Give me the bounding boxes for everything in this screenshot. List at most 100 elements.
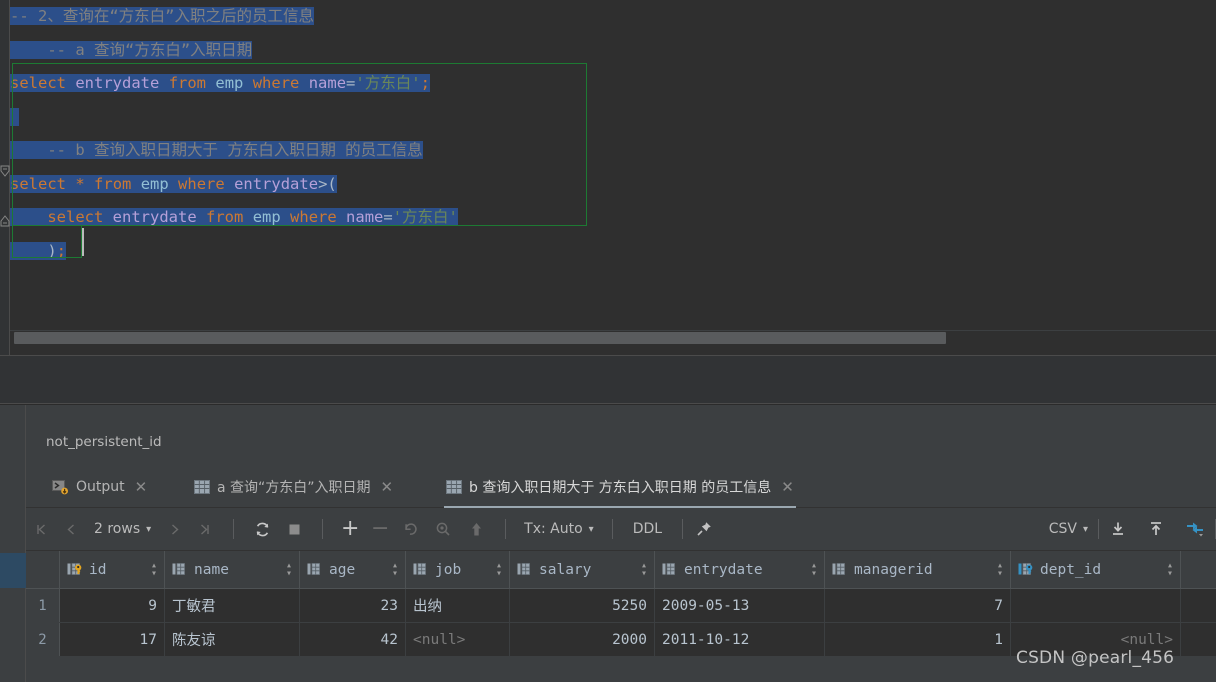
column-icon — [172, 563, 185, 575]
sort-arrows-icon[interactable]: ▴ ▾ — [997, 560, 1003, 578]
sort-arrows-icon[interactable]: ▴ ▾ — [151, 560, 157, 578]
code-line[interactable]: select entrydate from emp where name='方东… — [10, 67, 1216, 101]
column-icon — [832, 563, 845, 575]
grid-cell[interactable]: 2011-10-12 — [655, 623, 825, 656]
grid-column-header[interactable]: entrydate ▴ ▾ — [655, 551, 825, 588]
delete-row-button[interactable]: − — [365, 508, 395, 551]
code-line[interactable]: select entrydate from emp where name='方东… — [10, 201, 1216, 235]
code-line[interactable]: ); — [10, 235, 1216, 269]
grid-cell[interactable]: 5250 — [510, 589, 655, 622]
code-line[interactable]: select * from emp where entrydate>( — [10, 168, 1216, 202]
grid-cell[interactable]: 出纳 — [406, 589, 510, 622]
transpose-icon[interactable] — [1175, 508, 1215, 551]
code-line[interactable] — [10, 101, 1216, 135]
grid-cell[interactable]: 丁敏君 — [165, 589, 300, 622]
grid-column-header[interactable]: name ▴ ▾ — [165, 551, 300, 588]
code-token: from — [206, 208, 244, 226]
grid-cell[interactable]: 1 — [825, 623, 1011, 656]
grid-column-header[interactable]: managerid ▴ ▾ — [825, 551, 1011, 588]
code-token: where — [252, 74, 300, 92]
add-row-button[interactable]: + — [335, 508, 365, 551]
sort-arrows-icon[interactable]: ▴ ▾ — [496, 560, 502, 578]
close-icon[interactable]: ✕ — [135, 478, 148, 496]
code-line[interactable]: -- a 查询“方东白”入职日期 — [10, 34, 1216, 68]
last-page-button[interactable] — [189, 508, 219, 551]
column-icon — [413, 562, 430, 577]
results-tab[interactable]: b 查询入职日期大于 方东白入职日期 的员工信息 ✕ — [438, 466, 802, 508]
sort-arrows-icon[interactable]: ▴ ▾ — [811, 560, 817, 578]
table-row[interactable]: 1 9 丁敏君 23 出纳 5250 2009-05-13 7 — [26, 589, 1216, 623]
code-line[interactable]: -- 2、查询在“方东白”入职之后的员工信息 — [10, 0, 1216, 34]
close-icon[interactable]: ✕ — [781, 478, 794, 496]
column-icon — [662, 563, 675, 575]
add-row-label: + — [340, 516, 360, 541]
grid-column-name: managerid — [854, 561, 933, 578]
prev-page-button[interactable] — [56, 508, 86, 551]
code-token: name — [308, 74, 347, 92]
grid-cell[interactable]: 42 — [300, 623, 406, 656]
grid-header-row[interactable]: id ▴ ▾ name ▴ ▾ age ▴ ▾ job ▴ ▾ salary ▴ ▾ entrydate ▴ ▾ m… — [26, 551, 1216, 589]
sort-arrows-icon[interactable]: ▴ ▾ — [641, 560, 647, 578]
editor-hscrollbar-thumb[interactable] — [14, 332, 946, 344]
code-text-area[interactable]: -- 2、查询在“方东白”入职之后的员工信息 -- a 查询“方东白”入职日期 s… — [10, 0, 1216, 330]
grid-cell[interactable]: 2000 — [510, 623, 655, 656]
sort-arrows-icon[interactable]: ▴ ▾ — [286, 560, 292, 578]
grid-column-name: id — [89, 561, 107, 578]
find-icon[interactable] — [427, 508, 459, 551]
download-icon[interactable] — [1099, 508, 1137, 551]
results-left-rail — [0, 405, 26, 682]
transaction-mode-selector[interactable]: Tx: Auto ▾ — [506, 521, 612, 537]
upload-icon[interactable] — [1137, 508, 1175, 551]
next-page-button[interactable] — [159, 508, 189, 551]
row-count-selector[interactable]: 2 rows ▾ — [86, 521, 159, 537]
export-format-label: CSV — [1048, 521, 1077, 537]
results-tab[interactable]: Output ✕ — [44, 466, 155, 508]
revert-icon[interactable] — [395, 508, 427, 551]
ddl-button[interactable]: DDL — [613, 521, 682, 537]
grid-cell[interactable]: 23 — [300, 589, 406, 622]
grid-column-header[interactable]: job ▴ ▾ — [406, 551, 510, 588]
code-token: -- a 查询“方东白”入职日期 — [10, 40, 253, 59]
results-tab[interactable]: a 查询“方东白”入职日期 ✕ — [186, 466, 401, 508]
close-icon[interactable]: ✕ — [381, 478, 394, 496]
code-token: name — [346, 208, 384, 226]
grid-body[interactable]: 1 9 丁敏君 23 出纳 5250 2009-05-13 7 2 17 陈友谅 42 <null> 20… — [26, 589, 1216, 657]
first-page-button[interactable] — [26, 508, 56, 551]
export-format-selector[interactable]: CSV ▾ — [1039, 521, 1098, 537]
grid-cell[interactable] — [1011, 589, 1181, 622]
code-line-content: select entrydate from emp where name='方东… — [10, 208, 458, 226]
grid-cell[interactable]: <null> — [406, 623, 510, 656]
sort-arrows-icon[interactable]: ▴ ▾ — [1167, 560, 1173, 578]
grid-column-header[interactable]: id ▴ ▾ — [60, 551, 165, 588]
results-toolbar[interactable]: 2 rows ▾ + − Tx: Auto ▾ DDL CSV ▾ — [26, 508, 1216, 551]
code-token: = — [383, 208, 393, 226]
grid-column-name: name — [194, 561, 229, 578]
column-icon — [517, 563, 530, 575]
stop-icon[interactable] — [278, 508, 310, 551]
code-line[interactable]: -- b 查询入职日期大于 方东白入职日期 的员工信息 — [10, 134, 1216, 168]
fk-column-icon — [1018, 563, 1033, 575]
grid-column-header[interactable]: dept_id ▴ ▾ — [1011, 551, 1181, 588]
grid-cell[interactable]: 2009-05-13 — [655, 589, 825, 622]
sql-editor-pane[interactable]: -- 2、查询在“方东白”入职之后的员工信息 -- a 查询“方东白”入职日期 s… — [0, 0, 1216, 355]
grid-cell[interactable]: 7 — [825, 589, 1011, 622]
grid-cell[interactable]: 陈友谅 — [165, 623, 300, 656]
output-icon — [52, 479, 69, 495]
results-tab-bar[interactable]: Output ✕ a 查询“方东白”入职日期 ✕ b 查询入职日期大于 方东白入职日期 … — [26, 466, 1216, 508]
code-line-content: -- b 查询入职日期大于 方东白入职日期 的员工信息 — [10, 141, 423, 159]
grid-column-header[interactable]: salary ▴ ▾ — [510, 551, 655, 588]
grid-cell[interactable]: 17 — [60, 623, 165, 656]
pin-icon[interactable] — [683, 508, 725, 551]
grid-cell[interactable]: 9 — [60, 589, 165, 622]
refresh-icon[interactable] — [246, 508, 278, 551]
editor-gutter[interactable] — [0, 0, 10, 355]
grid-column-header[interactable]: age ▴ ▾ — [300, 551, 406, 588]
sort-arrows-icon[interactable]: ▴ ▾ — [392, 560, 398, 578]
grid-icon — [446, 480, 462, 494]
column-icon — [832, 562, 849, 577]
commit-icon[interactable] — [459, 508, 493, 551]
